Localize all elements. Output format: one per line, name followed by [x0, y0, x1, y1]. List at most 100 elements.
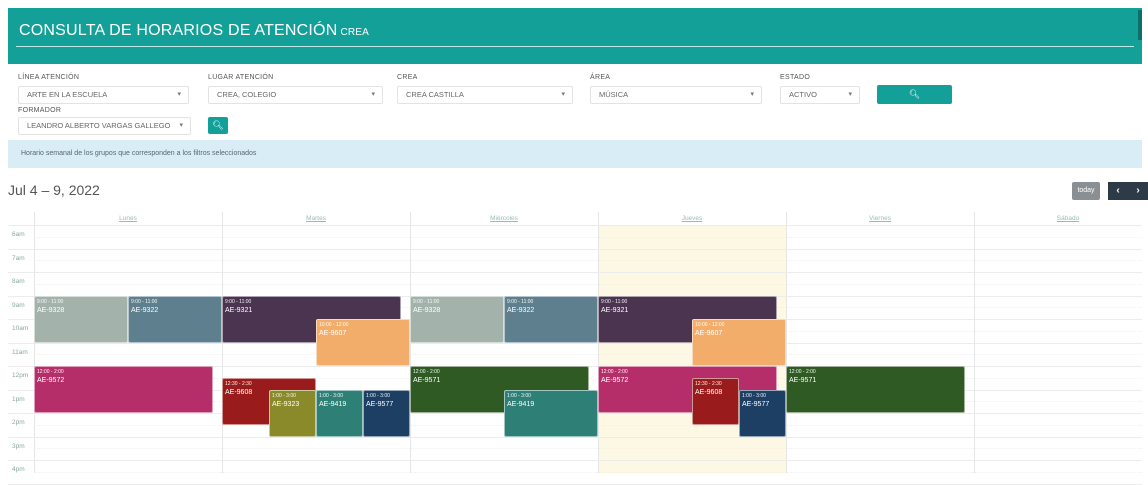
time-label: 1pm — [12, 395, 25, 403]
chevron-down-icon: ▾ — [179, 122, 183, 129]
hour-line — [8, 248, 1142, 250]
formador-search-button[interactable]: 🔍︎ — [208, 117, 228, 134]
time-label: 2pm — [12, 419, 25, 426]
hour-line — [8, 342, 1142, 344]
calendar-event[interactable]: 12:30 - 2:30 AE-9608 — [692, 377, 739, 425]
calendar-event[interactable]: 10:00 - 12:00 AE-9607 — [692, 319, 786, 366]
event-time: 1:00 - 3:00 — [507, 392, 531, 399]
page-title: CONSULTA DE HORARIOS DE ATENCIÓN CREA — [19, 22, 369, 40]
half-hour-line — [34, 236, 1142, 238]
event-time: 1:00 - 3:00 — [319, 392, 343, 399]
event-time: 9:00 - 11:00 — [131, 298, 158, 305]
hour-line — [8, 483, 1142, 485]
event-code: AE-9419 — [507, 400, 535, 408]
event-time: 10:00 - 12:00 — [695, 322, 725, 328]
event-code: AE-9607 — [319, 330, 347, 337]
calendar-event[interactable]: 9:00 - 11:00 AE-9322 — [128, 295, 222, 343]
event-code: AE-9572 — [601, 377, 629, 384]
event-time: 12:00 - 2:00 — [37, 369, 64, 375]
time-label: 4pm — [12, 466, 25, 473]
lugar-label: LUGAR ATENCIÓN — [208, 74, 274, 81]
event-time: 9:00 - 11:00 — [225, 298, 252, 305]
chevron-down-icon: ▾ — [750, 91, 754, 98]
calendar-event[interactable]: 9:00 - 11:00 AE-9328 — [410, 295, 504, 343]
event-code: AE-9328 — [413, 306, 441, 314]
event-time: 9:00 - 11:00 — [413, 298, 440, 305]
estado-select[interactable]: ACTIVO ▾ — [780, 86, 860, 104]
event-code: AE-9419 — [319, 400, 347, 408]
linea-value: ARTE EN LA ESCUELA — [27, 90, 108, 99]
title-suffix: CREA — [340, 27, 370, 38]
date-range: Jul 4 – 9, 2022 — [8, 182, 100, 198]
event-time: 12:00 - 2:00 — [601, 369, 628, 375]
event-code: AE-9571 — [789, 377, 817, 384]
chevron-down-icon: ▾ — [371, 91, 375, 98]
calendar-event[interactable]: 1:00 - 3:00 AE-9323 — [269, 389, 316, 437]
event-code: AE-9577 — [742, 400, 770, 408]
calendar-event[interactable]: 1:00 - 3:00 AE-9577 — [363, 389, 410, 437]
calendar-event[interactable]: 1:00 - 3:00 AE-9419 — [316, 389, 363, 437]
day-header[interactable]: Lunes — [34, 212, 222, 225]
search-button[interactable]: 🔍︎ — [877, 85, 952, 104]
day-header[interactable]: Miércoles — [410, 212, 598, 225]
area-select[interactable]: MÚSICA ▾ — [590, 86, 762, 104]
formador-value: LEANDRO ALBERTO VARGAS GALLEGO — [27, 121, 171, 130]
header-edge — [1138, 10, 1142, 40]
event-code: AE-9323 — [272, 400, 300, 408]
event-time: 1:00 - 3:00 — [366, 392, 390, 399]
event-code: AE-9321 — [225, 306, 253, 314]
lugar-select[interactable]: CREA, COLEGIO ▾ — [208, 86, 383, 104]
event-time: 1:00 - 3:00 — [742, 392, 766, 399]
time-label: 6am — [12, 231, 25, 238]
prev-button[interactable]: ‹ — [1108, 182, 1128, 200]
calendar-event[interactable]: 12:00 - 2:00 AE-9571 — [786, 366, 965, 413]
event-code: AE-9577 — [366, 400, 394, 408]
time-label: 9am — [12, 301, 25, 309]
event-code: AE-9322 — [507, 306, 535, 314]
time-label: 12pm — [12, 372, 29, 379]
event-time: 1:00 - 3:00 — [272, 392, 296, 399]
event-time: 10:00 - 12:00 — [319, 322, 349, 328]
event-time: 9:00 - 11:00 — [601, 298, 628, 305]
time-label: 3pm — [12, 442, 25, 450]
title-text: CONSULTA DE HORARIOS DE ATENCIÓN — [19, 22, 338, 39]
header-divider — [8, 225, 1142, 226]
day-header[interactable]: Viernes — [786, 212, 974, 225]
day-header[interactable]: Sábado — [974, 212, 1148, 225]
week-calendar: Lunes Martes Miércoles Jueves Viernes Sábado 6… — [8, 212, 1142, 485]
event-time: 9:00 - 11:00 — [507, 298, 534, 305]
linea-label: LÍNEA ATENCIÓN — [18, 74, 80, 81]
estado-label: ESTADO — [780, 74, 811, 81]
event-code: AE-9607 — [695, 330, 723, 337]
lugar-value: CREA, COLEGIO — [217, 90, 277, 99]
crea-label: CREA — [397, 74, 418, 81]
calendar-event[interactable]: 12:00 - 2:00 AE-9572 — [34, 366, 213, 413]
half-hour-line — [34, 260, 1142, 262]
half-hour-line — [34, 448, 1142, 450]
today-button[interactable]: today — [1072, 182, 1100, 200]
hour-line — [8, 272, 1142, 273]
header-rule — [16, 46, 1134, 47]
calendar-event[interactable]: 9:00 - 11:00 AE-9322 — [504, 295, 598, 343]
info-alert: Horario semanal de los grupos que corres… — [8, 140, 1142, 168]
time-label: 10am — [12, 325, 29, 332]
time-label: 8am — [12, 278, 25, 285]
event-time: 9:00 - 11:00 — [37, 298, 64, 305]
formador-select[interactable]: LEANDRO ALBERTO VARGAS GALLEGO ▾ — [18, 117, 191, 135]
day-header[interactable]: Martes — [222, 212, 410, 225]
half-hour-line — [34, 354, 1142, 356]
calendar-event[interactable]: 1:00 - 3:00 AE-9577 — [739, 389, 786, 437]
crea-value: CREA CASTILLA — [406, 90, 464, 99]
crea-select[interactable]: CREA CASTILLA ▾ — [397, 86, 573, 104]
hour-line — [8, 436, 1142, 438]
day-header[interactable]: Jueves — [598, 212, 786, 225]
calendar-event[interactable]: 10:00 - 12:00 AE-9607 — [316, 319, 410, 366]
next-button[interactable]: › — [1128, 182, 1148, 200]
event-code: AE-9322 — [131, 306, 159, 314]
search-icon: 🔍︎ — [908, 89, 921, 99]
calendar-event[interactable]: 9:00 - 11:00 AE-9328 — [34, 295, 128, 343]
calendar-event[interactable]: 1:00 - 3:00 AE-9419 — [504, 389, 598, 437]
time-label: 7am — [12, 254, 25, 262]
linea-select[interactable]: ARTE EN LA ESCUELA ▾ — [18, 86, 189, 104]
hour-line — [8, 460, 1142, 461]
